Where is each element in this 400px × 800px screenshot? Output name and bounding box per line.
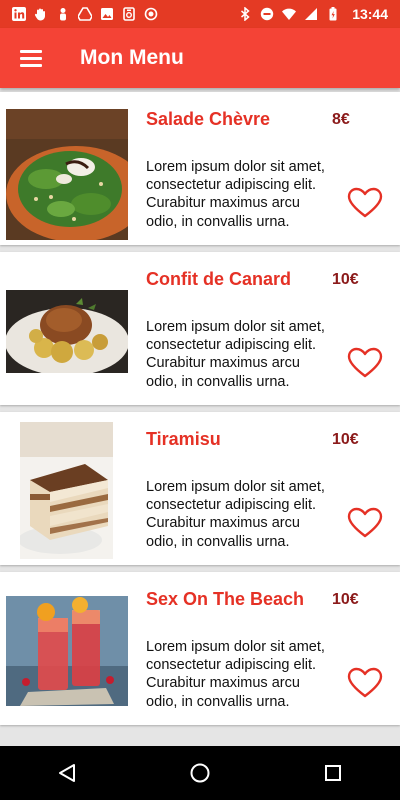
signal-icon — [305, 8, 318, 20]
status-notification-icons — [12, 7, 158, 21]
linkedin-icon — [12, 7, 26, 21]
back-icon[interactable] — [47, 753, 87, 793]
menu-item-name: Tiramisu — [146, 429, 221, 449]
bluetooth-icon — [241, 7, 250, 21]
duck-confit-image — [6, 290, 128, 373]
menu-item-description: Lorem ipsum dolor sit amet, consectetur … — [146, 479, 325, 550]
recents-icon[interactable] — [313, 753, 353, 793]
status-system-icons: 13:44 — [238, 6, 388, 22]
menu-item-card[interactable]: Confit de Canard 10€ Lorem ipsum dolor s… — [0, 252, 400, 405]
menu-item-card[interactable]: Tiramisu 10€ Lorem ipsum dolor sit amet,… — [0, 412, 400, 565]
status-time: 13:44 — [352, 6, 388, 22]
hamburger-menu-icon[interactable] — [20, 49, 44, 67]
menu-item-card[interactable]: Sex On The Beach 10€ Lorem ipsum dolor s… — [0, 572, 400, 725]
image-icon — [101, 8, 113, 20]
menu-item-price: 10€ — [332, 271, 359, 288]
favorite-heart-icon[interactable] — [347, 347, 383, 379]
drive-icon — [78, 7, 92, 21]
person-icon — [60, 8, 66, 21]
home-icon[interactable] — [180, 753, 220, 793]
page-title: Mon Menu — [80, 46, 184, 69]
menu-item-price: 10€ — [332, 431, 359, 448]
circle-icon — [144, 7, 158, 21]
menu-item-name: Sex On The Beach — [146, 589, 305, 609]
menu-item-description: Lorem ipsum dolor sit amet, consectetur … — [146, 319, 325, 390]
menu-item-card[interactable]: Salade Chèvre 8€ Lorem ipsum dolor sit a… — [0, 92, 400, 245]
menu-item-name: Confit de Canard — [146, 269, 292, 289]
battery-icon — [329, 7, 337, 21]
minus-circle-icon — [260, 7, 274, 21]
cocktail-image — [6, 596, 128, 706]
status-bar: 13:44 — [0, 0, 400, 28]
favorite-heart-icon[interactable] — [347, 187, 383, 219]
menu-item-description: Lorem ipsum dolor sit amet, consectetur … — [146, 159, 325, 230]
menu-item-name: Salade Chèvre — [146, 109, 271, 129]
tiramisu-image — [20, 422, 113, 559]
wifi-icon — [282, 8, 297, 20]
menu-item-description: Lorem ipsum dolor sit amet, consectetur … — [146, 639, 325, 710]
salad-image — [6, 109, 128, 240]
box-icon — [123, 7, 135, 21]
system-nav-bar — [0, 746, 400, 800]
favorite-heart-icon[interactable] — [347, 507, 383, 539]
hand-icon — [34, 8, 45, 21]
menu-item-price: 8€ — [332, 111, 350, 128]
favorite-heart-icon[interactable] — [347, 667, 383, 699]
menu-item-price: 10€ — [332, 591, 359, 608]
app-bar: Mon Menu — [0, 28, 400, 88]
